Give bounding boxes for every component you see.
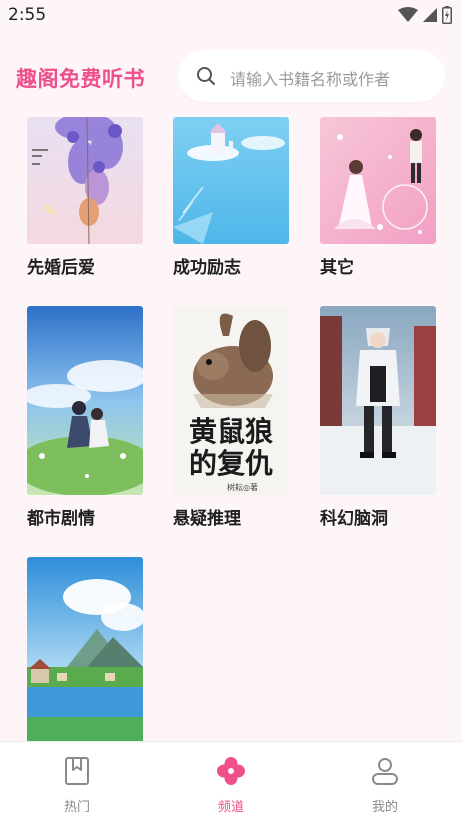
app-screen: 2:55 趣阁免费听书 请输入书籍名称或作者 先婚后爱 成功励志 其它 都市剧情… bbox=[0, 0, 462, 823]
search-bar[interactable]: 请输入书籍名称或作者 bbox=[178, 50, 445, 102]
nav-tab-mine[interactable]: 我的 bbox=[308, 742, 462, 823]
category-label: 其它 bbox=[320, 258, 354, 278]
battery-icon bbox=[442, 6, 452, 24]
category-cover-image bbox=[320, 306, 436, 495]
category-label: 都市剧情 bbox=[27, 509, 95, 529]
category-cover-image bbox=[27, 306, 143, 495]
status-time: 2:55 bbox=[8, 5, 47, 25]
category-card[interactable]: 都市剧情 bbox=[27, 306, 143, 529]
search-placeholder: 请输入书籍名称或作者 bbox=[230, 70, 391, 89]
book-cover-title: 黄鼠狼 的复仇 bbox=[173, 416, 289, 480]
four-petal-flower-icon bbox=[217, 757, 245, 785]
category-cover-image bbox=[320, 117, 436, 244]
category-card[interactable]: 科幻脑洞 bbox=[320, 306, 436, 529]
status-icons bbox=[398, 6, 452, 24]
app-title: 趣阁免费听书 bbox=[16, 67, 145, 91]
book-cover-title-line1: 黄鼠狼 bbox=[188, 415, 273, 448]
bookmark-book-icon bbox=[65, 757, 89, 785]
nav-label-channel: 频道 bbox=[217, 800, 244, 815]
category-card[interactable]: 其它 bbox=[320, 117, 436, 278]
category-cover-image bbox=[27, 117, 143, 244]
book-cover-title-line2: 的复仇 bbox=[188, 447, 273, 480]
nav-label-hot: 热门 bbox=[63, 800, 90, 815]
category-grid: 先婚后爱 成功励志 其它 都市剧情 黄鼠狼 的复仇 树耘◎著 悬疑推理 科幻脑洞 bbox=[0, 117, 462, 741]
category-card[interactable]: 成功励志 bbox=[173, 117, 289, 278]
category-label: 成功励志 bbox=[173, 258, 241, 278]
category-cover-image bbox=[173, 117, 289, 244]
nav-tab-hot[interactable]: 热门 bbox=[0, 742, 154, 823]
category-card[interactable]: 黄鼠狼 的复仇 树耘◎著 悬疑推理 bbox=[173, 306, 289, 529]
wifi-icon bbox=[398, 7, 418, 22]
user-profile-icon bbox=[372, 758, 398, 785]
bottom-navigation: 热门 频道 我的 bbox=[0, 741, 462, 823]
book-cover-author: 树耘◎著 bbox=[227, 483, 258, 492]
category-label: 悬疑推理 bbox=[173, 509, 241, 529]
category-label: 先婚后爱 bbox=[27, 258, 95, 278]
nav-label-mine: 我的 bbox=[371, 800, 398, 815]
status-bar: 2:55 bbox=[0, 0, 462, 32]
category-label: 科幻脑洞 bbox=[320, 509, 388, 529]
search-icon bbox=[197, 67, 215, 85]
category-cover-image bbox=[27, 557, 143, 741]
category-cover-image: 黄鼠狼 的复仇 树耘◎著 bbox=[173, 306, 289, 495]
cellular-signal-icon bbox=[423, 8, 437, 22]
nav-tab-channel[interactable]: 频道 bbox=[154, 742, 308, 823]
category-card[interactable]: 先婚后爱 bbox=[27, 117, 143, 278]
category-card[interactable] bbox=[27, 557, 143, 741]
header: 趣阁免费听书 请输入书籍名称或作者 bbox=[0, 50, 462, 104]
